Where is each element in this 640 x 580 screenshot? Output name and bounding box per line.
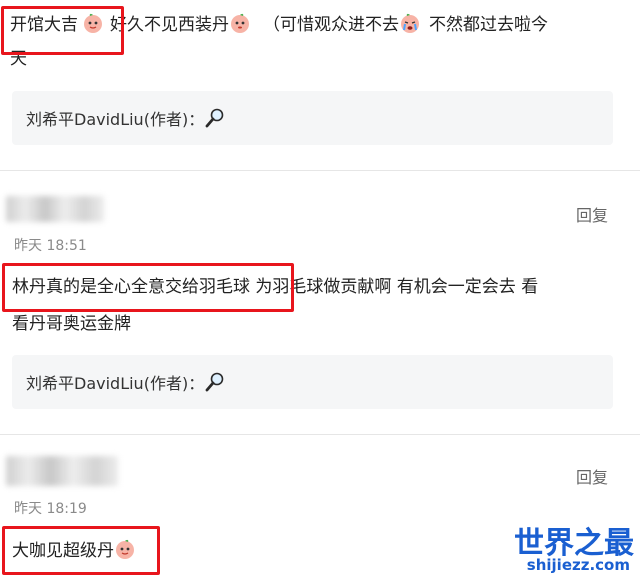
magnifier-icon — [205, 372, 224, 392]
author-reply-box-2: 刘希平DavidLiu(作者)： — [12, 355, 613, 409]
comment-2-line-1: 林丹真的是全心全意交给羽毛球 为羽毛球做贡献啊 有机会一定会去 看 — [12, 277, 539, 297]
blurred-username-2 — [6, 456, 118, 486]
comment-3-text: 大咖见超级丹 — [12, 541, 114, 561]
reply-button-3[interactable]: 回复 — [576, 464, 608, 488]
blurred-username-1 — [6, 196, 104, 222]
peach-emoji-icon — [116, 539, 134, 559]
watermark-url: shijiezz.com — [526, 556, 630, 574]
comment-1-text-part-3: （可惜观众进不去 — [263, 15, 399, 35]
reply-button-2[interactable]: 回复 — [576, 202, 608, 226]
author-name[interactable]: 刘希平DavidLiu(作者) — [26, 110, 188, 129]
comment-divider-2 — [0, 434, 640, 435]
comment-1-text-part-2: 好久不见西装丹 — [110, 15, 229, 35]
crying-emoji-icon — [401, 13, 419, 33]
comment-3-line-1: 大咖见超级丹 — [12, 538, 136, 562]
comment-1-line-2: 天 — [10, 49, 27, 69]
comment-3-time: 昨天 18:19 — [14, 501, 87, 517]
comment-2-time: 昨天 18:51 — [14, 238, 87, 254]
comment-1-text-part-1: 开馆大吉 — [10, 15, 78, 35]
comment-divider-1 — [0, 170, 640, 171]
comment-1-line-1: 开馆大吉 好久不见西装丹 （可惜观众进不去 不然都过去啦今 — [10, 12, 548, 36]
peach-emoji-icon — [231, 13, 249, 33]
comment-page: 开馆大吉 好久不见西装丹 （可惜观众进不去 不然都过去啦今 天 刘希平DavidLiu… — [0, 0, 640, 580]
author-name[interactable]: 刘希平DavidLiu(作者) — [26, 374, 188, 393]
magnifier-icon — [205, 108, 224, 128]
comment-2-line-2: 看丹哥奥运金牌 — [12, 314, 131, 334]
author-reply-box-1: 刘希平DavidLiu(作者)： — [12, 91, 613, 145]
peach-emoji-icon — [84, 13, 102, 33]
comment-1-text-part-4: 不然都过去啦今 — [429, 15, 548, 35]
author-reply-1: 刘希平DavidLiu(作者)： — [26, 107, 226, 131]
author-reply-2: 刘希平DavidLiu(作者)： — [26, 371, 226, 395]
